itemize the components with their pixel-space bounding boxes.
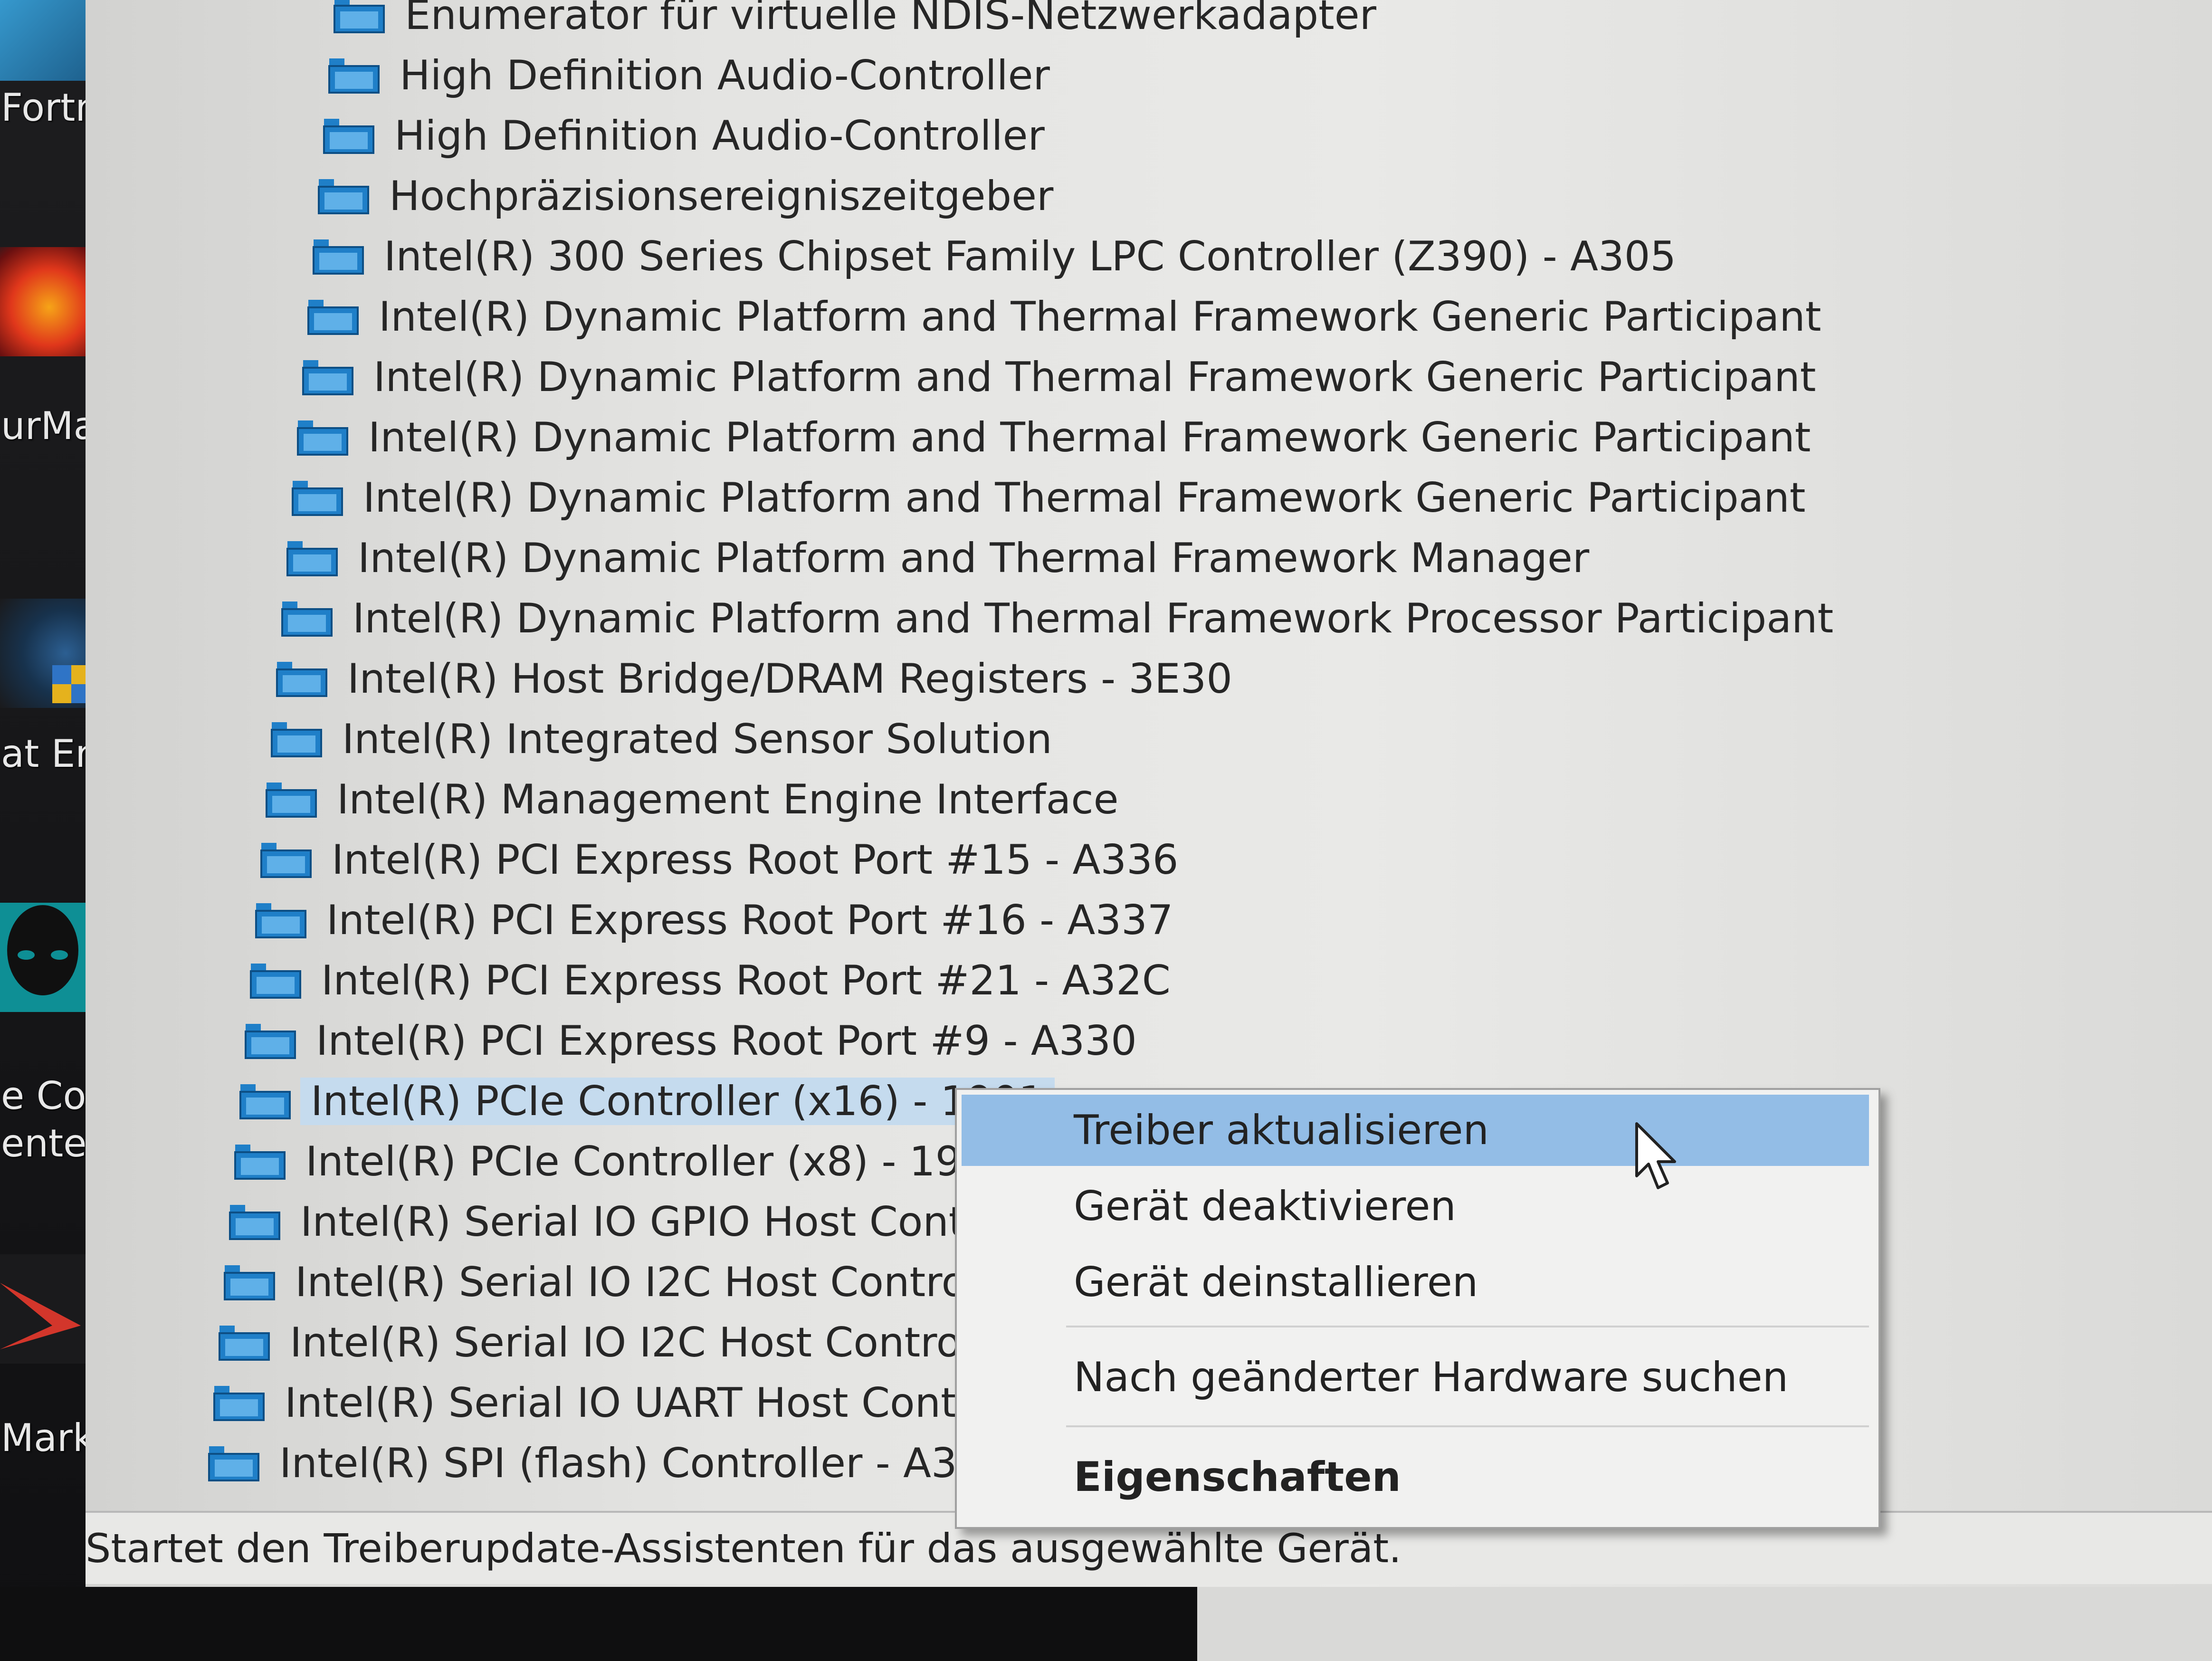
system-device-icon — [317, 177, 370, 216]
system-device-icon — [286, 539, 339, 578]
menu-separator — [1066, 1425, 1869, 1427]
system-device-icon — [301, 358, 354, 397]
system-device-icon — [249, 961, 302, 1000]
device-tree-item[interactable]: Intel(R) Serial IO GPIO Host Contr — [228, 1193, 982, 1251]
device-tree-item-label: Intel(R) PCIe Controller (x8) - 190 — [305, 1138, 988, 1185]
system-device-icon — [254, 901, 307, 940]
mouse-cursor-icon — [1635, 1122, 1676, 1189]
device-tree-item[interactable]: Intel(R) Serial IO UART Host Conti — [212, 1374, 968, 1432]
device-tree-item-label: Intel(R) Serial IO I2C Host Control — [295, 1259, 978, 1306]
device-tree-item-label: Intel(R) Serial IO GPIO Host Contr — [300, 1198, 982, 1246]
device-tree-item[interactable]: Intel(R) Serial IO I2C Host Control — [223, 1253, 978, 1312]
device-tree-item[interactable]: Intel(R) PCI Express Root Port #9 - A330 — [244, 1012, 1137, 1070]
device-tree-item-label: Intel(R) Serial IO I2C Host Control — [290, 1319, 973, 1366]
system-device-icon — [233, 1142, 286, 1181]
taskbar-window-area — [1197, 1587, 2212, 1661]
device-tree-item[interactable]: Intel(R) 300 Series Chipset Family LPC C… — [312, 227, 1676, 286]
system-device-icon — [327, 56, 381, 95]
device-tree-item-label: Intel(R) Host Bridge/DRAM Registers - 3E… — [347, 655, 1232, 703]
system-device-icon — [306, 297, 360, 336]
device-tree-item-label: Intel(R) PCI Express Root Port #15 - A33… — [332, 836, 1179, 884]
menu-item-update-driver[interactable]: Treiber aktualisieren — [962, 1095, 1869, 1166]
system-device-icon — [270, 720, 323, 759]
device-tree-item[interactable]: Intel(R) Dynamic Platform and Thermal Fr… — [296, 408, 1811, 467]
device-tree-item[interactable]: Intel(R) Serial IO I2C Host Control — [218, 1313, 973, 1372]
device-tree-item-label: Intel(R) Dynamic Platform and Thermal Fr… — [379, 293, 1821, 341]
device-tree-item[interactable]: High Definition Audio-Controller — [322, 106, 1045, 165]
device-tree-item[interactable]: Intel(R) Integrated Sensor Solution — [270, 710, 1052, 769]
device-tree-item-label: Intel(R) Dynamic Platform and Thermal Fr… — [363, 474, 1806, 522]
device-tree-item-label: Enumerator für virtuelle NDIS-Netzwerkad… — [405, 0, 1377, 39]
device-tree-item-label: Intel(R) Dynamic Platform and Thermal Fr… — [353, 595, 1834, 642]
device-tree-item-label: High Definition Audio-Controller — [400, 52, 1050, 99]
device-tree-item-label: Intel(R) 300 Series Chipset Family LPC C… — [384, 233, 1677, 280]
device-tree-item-label: Intel(R) PCIe Controller (x16) - 1901 — [300, 1078, 1055, 1125]
system-device-icon — [207, 1444, 260, 1483]
system-device-icon — [280, 599, 334, 638]
system-device-icon — [228, 1203, 281, 1241]
status-text: Startet den Treiberupdate-Assistenten fü… — [86, 1525, 1402, 1572]
system-device-icon — [244, 1021, 297, 1060]
menu-item-label: Nach geänderter Hardware suchen — [1074, 1354, 1789, 1401]
device-tree-item[interactable]: High Definition Audio-Controller — [327, 46, 1050, 105]
system-device-icon — [312, 237, 365, 276]
menu-item-scan-hardware[interactable]: Nach geänderter Hardware suchen — [962, 1342, 1869, 1413]
device-tree-item-label: Intel(R) Management Engine Interface — [337, 776, 1119, 823]
system-device-icon — [212, 1384, 266, 1422]
device-tree-item-label: Intel(R) PCI Express Root Port #16 - A33… — [326, 897, 1173, 944]
device-tree-item-label: Intel(R) Dynamic Platform and Thermal Fr… — [358, 535, 1590, 582]
device-tree-item-label: Intel(R) Thermal Subsystem - A37 — [274, 1500, 965, 1501]
device-tree-item-label: Intel(R) Dynamic Platform and Thermal Fr… — [373, 353, 1816, 401]
device-tree-item[interactable]: Intel(R) PCI Express Root Port #16 - A33… — [254, 891, 1173, 950]
system-device-icon — [265, 780, 318, 819]
device-tree-item[interactable]: Hochpräzisionsereigniszeitgeber — [317, 167, 1053, 226]
system-device-icon — [218, 1323, 271, 1362]
menu-separator — [1066, 1326, 1869, 1327]
system-device-icon — [238, 1082, 292, 1121]
system-device-icon — [275, 659, 328, 698]
system-device-icon — [296, 418, 349, 457]
device-tree-item-label: Intel(R) Integrated Sensor Solution — [342, 716, 1052, 763]
menu-item-disable-device[interactable]: Gerät deaktivieren — [962, 1171, 1869, 1242]
device-tree-item[interactable]: Intel(R) Management Engine Interface — [265, 770, 1119, 829]
device-tree-item[interactable]: Intel(R) PCIe Controller (x8) - 190 — [233, 1132, 987, 1191]
menu-item-properties[interactable]: Eigenschaften — [962, 1441, 1869, 1513]
device-tree-item[interactable]: Intel(R) Dynamic Platform and Thermal Fr… — [291, 468, 1805, 527]
device-tree-item-label: Intel(R) PCI Express Root Port #21 - A32… — [321, 957, 1171, 1004]
device-tree-item-label: Intel(R) Serial IO UART Host Conti — [285, 1379, 968, 1427]
device-tree-item-label: High Definition Audio-Controller — [394, 112, 1045, 160]
device-tree-item-label: Intel(R) Dynamic Platform and Thermal Fr… — [368, 414, 1811, 461]
system-device-icon — [333, 0, 386, 35]
device-tree-item-label: Hochpräzisionsereigniszeitgeber — [389, 172, 1054, 220]
device-tree-item[interactable]: Intel(R) Thermal Subsystem - A37 — [202, 1494, 965, 1501]
device-tree-item-label: Intel(R) PCI Express Root Port #9 - A330 — [316, 1017, 1137, 1065]
device-tree-item[interactable]: Intel(R) PCI Express Root Port #15 - A33… — [259, 830, 1179, 889]
menu-item-label: Eigenschaften — [1074, 1453, 1401, 1501]
context-menu: Treiber aktualisieren Gerät deaktivieren… — [955, 1088, 1880, 1529]
device-tree-item[interactable]: Intel(R) PCI Express Root Port #21 - A32… — [249, 951, 1171, 1010]
menu-item-label: Gerät deinstallieren — [1074, 1259, 1478, 1306]
menu-item-uninstall-device[interactable]: Gerät deinstallieren — [962, 1247, 1869, 1318]
device-tree-item[interactable]: Enumerator für virtuelle NDIS-Netzwerkad… — [333, 0, 1376, 45]
device-tree-item[interactable]: Intel(R) Dynamic Platform and Thermal Fr… — [301, 348, 1816, 407]
taskbar — [0, 1587, 2212, 1661]
system-device-icon — [223, 1263, 276, 1302]
device-tree-item[interactable]: Intel(R) PCIe Controller (x16) - 1901 — [238, 1072, 1055, 1131]
menu-item-label: Treiber aktualisieren — [1074, 1107, 1489, 1154]
device-tree-item[interactable]: Intel(R) Dynamic Platform and Thermal Fr… — [280, 589, 1833, 648]
device-tree-item-label: Intel(R) SPI (flash) Controller - A3 — [279, 1440, 957, 1487]
system-device-icon — [322, 116, 375, 155]
device-tree-item[interactable]: Intel(R) Dynamic Platform and Thermal Fr… — [306, 287, 1821, 346]
device-tree-item[interactable]: Intel(R) SPI (flash) Controller - A3 — [207, 1434, 957, 1493]
menu-item-label: Gerät deaktivieren — [1074, 1183, 1456, 1230]
system-device-icon — [259, 840, 313, 879]
system-device-icon — [291, 478, 344, 517]
device-tree-item[interactable]: Intel(R) Dynamic Platform and Thermal Fr… — [286, 529, 1589, 588]
device-tree-item[interactable]: Intel(R) Host Bridge/DRAM Registers - 3E… — [275, 649, 1232, 708]
